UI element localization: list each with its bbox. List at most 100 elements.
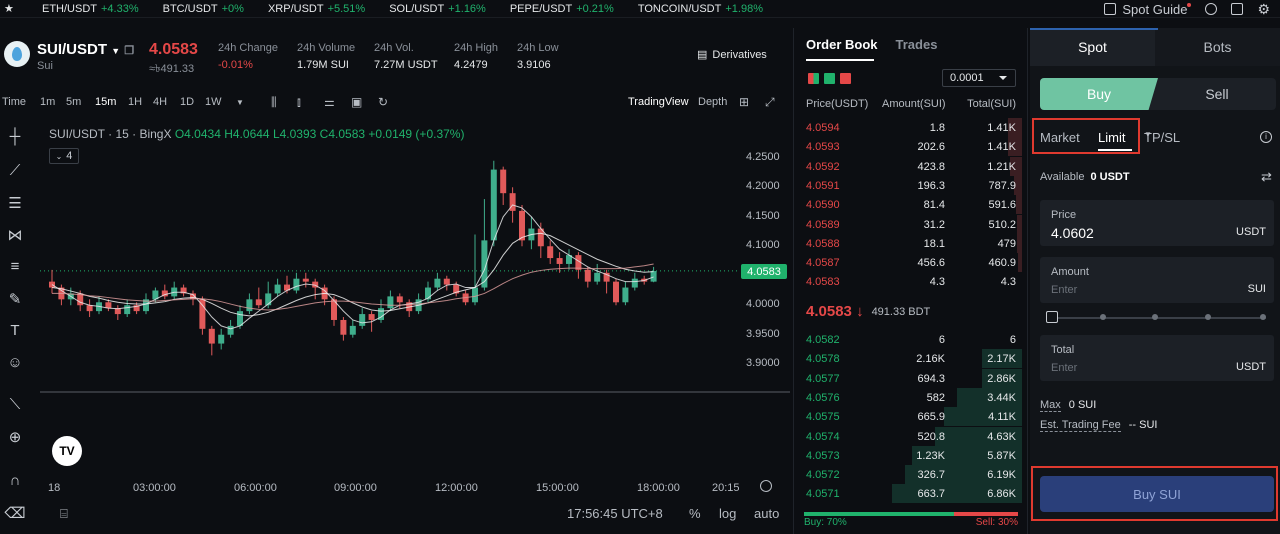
interval-1d[interactable]: 1D	[180, 96, 194, 108]
ask-row[interactable]: 4.0589 31.2 510.2	[796, 214, 1022, 234]
tick-size-select[interactable]: 0.0001	[942, 69, 1016, 87]
horizontal-lines-icon[interactable]: ☰	[4, 194, 26, 214]
slider-step[interactable]	[1100, 314, 1106, 320]
tab-spot[interactable]: Spot	[1030, 28, 1155, 66]
row-price: 4.0588	[806, 237, 840, 250]
bid-row[interactable]: 4.0573 1.23K 5.87K	[796, 445, 1022, 465]
calendar-icon[interactable]: ⌸	[60, 506, 68, 522]
pair-selector[interactable]: SUI/USDT ▼ ❐	[37, 41, 134, 58]
ask-row[interactable]: 4.0587 456.6 460.9	[796, 253, 1022, 273]
derivatives-button[interactable]: ▤ Derivatives	[697, 48, 767, 62]
ruler-icon[interactable]: ⟍	[4, 396, 26, 416]
slider-handle[interactable]	[1046, 311, 1058, 323]
bid-row[interactable]: 4.0575 665.9 4.11K	[796, 407, 1022, 427]
tradingview-logo-icon: TV	[52, 436, 82, 466]
percent-toggle[interactable]: %	[689, 506, 701, 521]
ask-row[interactable]: 4.0583 4.3 4.3	[796, 272, 1022, 291]
bid-row[interactable]: 4.0574 520.8 4.63K	[796, 426, 1022, 446]
pattern-icon[interactable]: ⋈	[4, 226, 26, 246]
fullscreen-icon[interactable]: ⤢	[765, 95, 775, 110]
total-field[interactable]: Total Enter USDT	[1040, 335, 1274, 381]
log-toggle[interactable]: log	[719, 506, 736, 521]
transfer-icon[interactable]: ⇄	[1261, 169, 1272, 185]
price-field[interactable]: Price 4.0602 USDT	[1040, 200, 1274, 246]
ticker-item[interactable]: ETH/USDT +4.33%	[42, 3, 139, 15]
fib-icon[interactable]: ≡	[4, 258, 26, 278]
template-icon[interactable]: ▣	[351, 95, 362, 109]
fee-value: -- SUI	[1128, 419, 1158, 431]
layout-asks-icon[interactable]	[840, 73, 851, 84]
time-label[interactable]: Time	[2, 96, 26, 108]
brush-icon[interactable]: ✎	[4, 290, 26, 310]
bid-row[interactable]: 4.0582 6 6	[796, 330, 1022, 349]
price-input[interactable]: 4.0602	[1051, 225, 1094, 241]
ticker-item[interactable]: SOL/USDT +1.16%	[389, 3, 486, 15]
crosshair-icon[interactable]: ┼	[4, 128, 26, 148]
grid-layout-icon[interactable]: ⊞	[739, 95, 749, 109]
lock-icon[interactable]	[1231, 3, 1244, 15]
bid-row[interactable]: 4.0571 663.7 6.86K	[796, 484, 1022, 504]
bid-row[interactable]: 4.0578 2.16K 2.17K	[796, 349, 1022, 369]
ticker-item[interactable]: PEPE/USDT +0.21%	[510, 3, 614, 15]
interval-5m[interactable]: 5m	[66, 96, 81, 108]
ask-row[interactable]: 4.0588 18.1 479	[796, 233, 1022, 253]
ask-row[interactable]: 4.0594 1.8 1.41K	[796, 118, 1022, 137]
bid-row[interactable]: 4.0577 694.3 2.86K	[796, 368, 1022, 388]
ask-row[interactable]: 4.0591 196.3 787.9	[796, 175, 1022, 195]
legend-close: C4.0583	[319, 127, 366, 141]
candle-type-icon[interactable]: ⫾	[297, 95, 301, 110]
slider-step[interactable]	[1152, 314, 1158, 320]
refresh-icon[interactable]: ↻	[378, 95, 388, 109]
clock-icon[interactable]	[1205, 3, 1218, 15]
star-icon[interactable]: ★	[4, 2, 18, 15]
layout-bids-icon[interactable]	[824, 73, 835, 84]
gear-icon[interactable]: ⚙	[1257, 1, 1270, 18]
ask-row[interactable]: 4.0590 81.4 591.6	[796, 195, 1022, 215]
ticker-item[interactable]: BTC/USDT +0%	[163, 3, 244, 15]
bid-row[interactable]: 4.0576 582 3.44K	[796, 387, 1022, 407]
bid-row[interactable]: 4.0572 326.7 6.19K	[796, 465, 1022, 485]
buy-tab[interactable]: Buy	[1040, 78, 1158, 110]
total-input[interactable]: Enter	[1051, 362, 1077, 374]
sell-ratio-label: Sell: 30%	[975, 517, 1018, 528]
row-amount: 1.8	[929, 122, 945, 134]
settings-sliders-icon[interactable]: ⚌	[324, 95, 335, 109]
auto-toggle[interactable]: auto	[754, 506, 779, 521]
depth-tab[interactable]: Depth	[698, 96, 727, 108]
spot-guide-link[interactable]: Spot Guide	[1104, 2, 1192, 17]
ticker-item[interactable]: XRP/USDT +5.51%	[268, 3, 365, 15]
interval-1m[interactable]: 1m	[40, 96, 55, 108]
indicator-toggle[interactable]: ⌄ 4	[49, 148, 79, 164]
zoom-in-icon[interactable]: ⊕	[4, 428, 26, 448]
interval-1w[interactable]: 1W	[205, 96, 222, 108]
row-price: 4.0582	[806, 334, 840, 346]
tab-trades[interactable]: Trades	[896, 37, 938, 52]
ask-row[interactable]: 4.0592 423.8 1.21K	[796, 156, 1022, 176]
ask-row[interactable]: 4.0593 202.6 1.41K	[796, 137, 1022, 157]
amount-slider[interactable]	[1046, 311, 1266, 323]
info-icon[interactable]: i	[1260, 131, 1272, 143]
interval-4h[interactable]: 4H	[153, 96, 167, 108]
emoji-icon[interactable]: ☺	[4, 354, 26, 374]
sell-tab[interactable]: Sell	[1158, 78, 1276, 110]
ticker-item[interactable]: TONCOIN/USDT +1.98%	[638, 3, 763, 15]
gear-icon[interactable]	[760, 480, 772, 492]
slider-step[interactable]	[1205, 314, 1211, 320]
tab-order-book[interactable]: Order Book	[806, 37, 878, 52]
interval-1h[interactable]: 1H	[128, 96, 142, 108]
text-icon[interactable]: T	[4, 322, 26, 342]
chevron-down-icon: ▼	[1144, 130, 1152, 139]
slider-step[interactable]	[1260, 314, 1266, 320]
magnet-icon[interactable]: ∩	[4, 472, 26, 492]
amount-field[interactable]: Amount Enter SUI	[1040, 257, 1274, 303]
chevron-down-icon[interactable]: ▼	[236, 98, 244, 107]
tradingview-tab[interactable]: TradingView	[628, 96, 689, 108]
layout-both-icon[interactable]	[808, 73, 819, 84]
tab-bots[interactable]: Bots	[1155, 28, 1280, 66]
amount-input[interactable]: Enter	[1051, 284, 1077, 296]
trend-line-icon[interactable]: ⟋	[4, 162, 26, 182]
candlestick-chart[interactable]	[40, 120, 790, 480]
interval-15m[interactable]: 15m	[95, 96, 116, 108]
copy-icon[interactable]: ❐	[124, 45, 134, 57]
indicator-icon[interactable]: ⫼	[271, 95, 277, 110]
